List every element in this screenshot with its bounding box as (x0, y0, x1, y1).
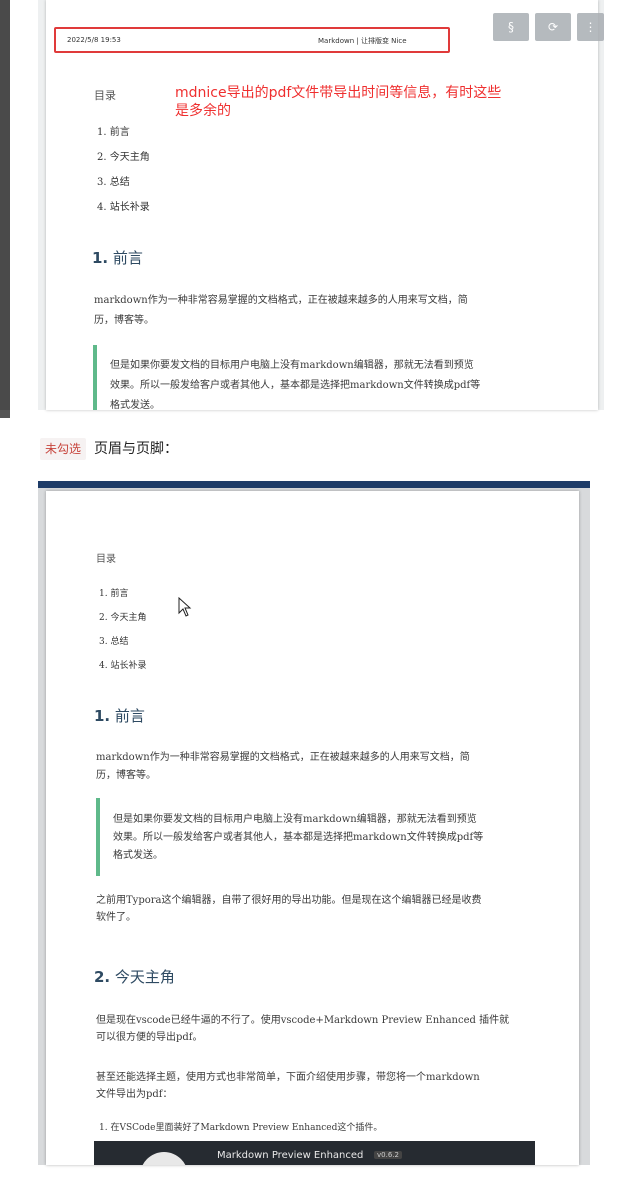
extension-logo-icon (140, 1152, 188, 1165)
toc-item[interactable]: 2. 今天主角 (97, 148, 150, 163)
menu-button[interactable]: ⋮ (577, 13, 604, 41)
paragraph-line: 可以很方便的导出pdf。 (96, 1032, 203, 1043)
quote-line: 效果。所以一般发给客户或者其他人，基本都是选择把markdown文件转换成pdf… (113, 832, 484, 843)
blockquote-bar (96, 798, 100, 876)
toc-item[interactable]: 4. 站长补录 (99, 658, 146, 671)
quote-line: 格式发送。 (113, 850, 163, 861)
extension-version: v0.6.2 (374, 1151, 402, 1159)
caption-text: 页眉与页脚： (94, 441, 178, 457)
refresh-icon: ⟳ (547, 20, 559, 34)
section-heading: 2. 今天主角 (94, 966, 175, 987)
paragraph-line: 历，博客等。 (96, 770, 156, 781)
toc-item[interactable]: 1. 前言 (99, 586, 128, 599)
toc-item[interactable]: 4. 站长补录 (97, 198, 150, 213)
pdf-header-datetime: 2022/5/8 19:53 (67, 36, 121, 44)
toc-item[interactable]: 2. 今天主角 (99, 610, 146, 623)
heading-text: 今天主角 (114, 968, 175, 986)
paragraph-line: 历，博客等。 (94, 315, 154, 326)
blockquote-bar (93, 345, 97, 410)
quote-line: 格式发送。 (110, 400, 160, 411)
refresh-button[interactable]: ⟳ (535, 13, 571, 41)
toc-item[interactable]: 3. 总结 (97, 173, 130, 188)
section-icon: § (508, 20, 514, 34)
quote-line: 效果。所以一般发给客户或者其他人，基本都是选择把markdown文件转换成pdf… (110, 380, 481, 391)
heading-text: 前言 (114, 707, 145, 725)
heading-text: 前言 (112, 249, 143, 267)
heading-number: 2. (94, 968, 111, 986)
section-heading: 1. 前言 (92, 247, 143, 268)
paragraph-line: 软件了。 (96, 912, 136, 923)
heading-number: 1. (92, 249, 109, 267)
window-edge (0, 0, 10, 410)
preview-bottom-topbar (38, 481, 590, 488)
extension-title: Markdown Preview Enhanced (217, 1150, 364, 1161)
menu-icon: ⋮ (584, 20, 597, 34)
toc-title: 目录 (96, 554, 116, 565)
quote-line: 但是如果你要发文档的目标用户电脑上没有markdown编辑器，那就无法看到预览 (110, 360, 474, 371)
section-heading: 1. 前言 (94, 705, 145, 726)
heading-number: 1. (94, 707, 111, 725)
unchecked-badge: 未勾选 (40, 438, 87, 460)
toc-item[interactable]: 1. 前言 (97, 123, 130, 138)
list-item: 1. 在VSCode里面装好了Markdown Preview Enhanced… (99, 1123, 383, 1133)
paragraph-line: 之前用Typora这个编辑器，自带了很好用的导出功能。但是现在这个编辑器已经是收… (96, 895, 482, 906)
toc-title: 目录 (94, 89, 116, 102)
pdf-header-title: Markdown | 让排版变 Nice (318, 37, 407, 45)
quote-line: 但是如果你要发文档的目标用户电脑上没有markdown编辑器，那就无法看到预览 (113, 814, 477, 825)
toc-item[interactable]: 3. 总结 (99, 634, 128, 647)
section-button[interactable]: § (493, 13, 529, 41)
annotation-note: mdnice导出的pdf文件带导出时间等信息，有时这些是多余的 (175, 85, 502, 119)
mouse-cursor-icon (178, 597, 192, 617)
paragraph-line: markdown作为一种非常容易掌握的文档格式，正在被越来越多的人用来写文档，简 (94, 295, 468, 306)
paragraph-line: markdown作为一种非常容易掌握的文档格式，正在被越来越多的人用来写文档，简 (96, 752, 470, 763)
window-edge-lower (0, 410, 10, 418)
paragraph-line: 文件导出为pdf： (96, 1089, 173, 1100)
